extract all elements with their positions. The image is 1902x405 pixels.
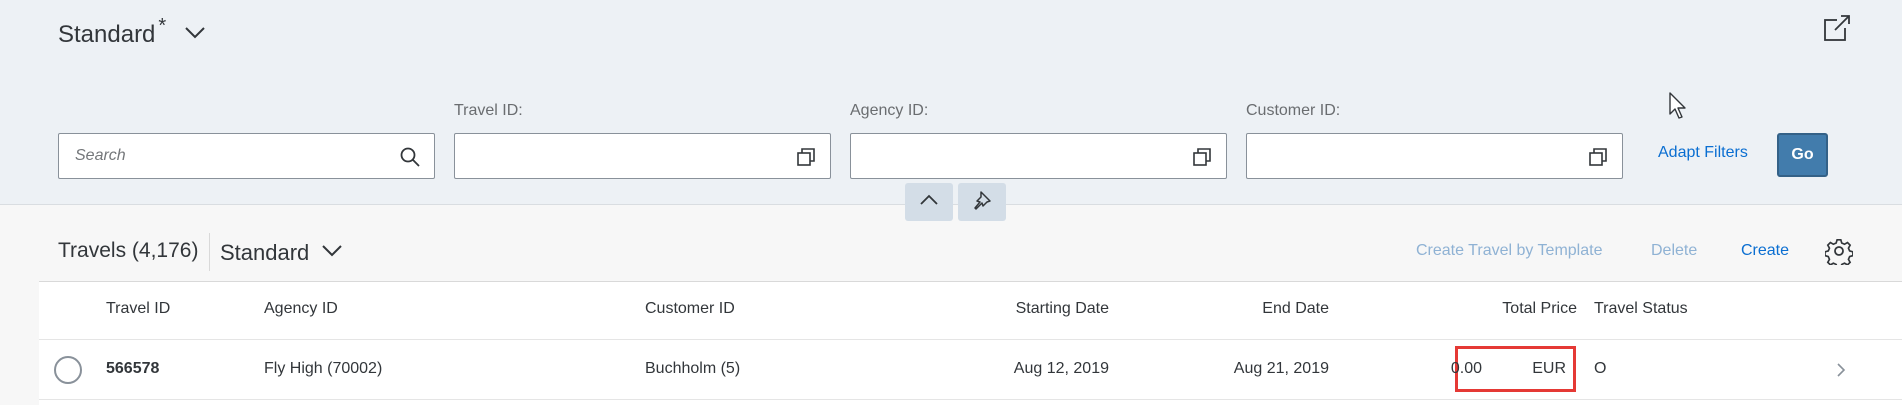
collapse-header-button[interactable] [905, 183, 953, 221]
column-header-customer-id[interactable]: Customer ID [645, 300, 735, 318]
travels-table: Travels (4,176) Standard Create Travel b… [39, 222, 1902, 405]
cell-end-date: Aug 21, 2019 [1233, 360, 1329, 377]
agency-id-field[interactable] [850, 133, 1227, 179]
toolbar-divider [209, 233, 210, 271]
pin-header-button[interactable] [958, 183, 1006, 221]
column-header-travel-id[interactable]: Travel ID [106, 300, 170, 318]
create-button[interactable]: Create [1741, 242, 1789, 260]
cell-travel-status: O [1594, 360, 1607, 377]
search-icon[interactable] [400, 147, 420, 167]
cell-currency: EUR [1532, 360, 1566, 377]
column-header-end-date[interactable]: End Date [1262, 300, 1329, 318]
variant-modified-indicator: * [158, 15, 167, 37]
search-input[interactable]: Search [58, 133, 435, 179]
share-icon[interactable] [1823, 14, 1851, 42]
customer-id-field[interactable] [1246, 133, 1623, 179]
delete-button[interactable]: Delete [1651, 242, 1697, 260]
filter-bar-header: Standard * Search Travel ID: Agency ID: [0, 0, 1902, 205]
variant-title[interactable]: Standard [58, 18, 155, 52]
navigation-arrow-icon[interactable] [1836, 362, 1846, 383]
column-header-total-price[interactable]: Total Price [1502, 300, 1577, 318]
row-select-radio[interactable] [54, 356, 82, 384]
table-variant[interactable]: Standard [220, 240, 309, 266]
travel-id-field[interactable] [454, 133, 831, 179]
column-header-agency-id[interactable]: Agency ID [264, 300, 338, 318]
table-title: Travels (4,176) [58, 239, 199, 262]
search-placeholder: Search [75, 147, 126, 164]
cell-starting-date: Aug 12, 2019 [1013, 360, 1109, 377]
collapse-header-icon [919, 193, 939, 211]
column-header-travel-status[interactable]: Travel Status [1594, 300, 1688, 318]
customer-id-label: Customer ID: [1246, 102, 1341, 119]
cell-agency: Fly High (70002) [264, 360, 383, 377]
table-toolbar: Travels (4,176) Standard Create Travel b… [39, 222, 1902, 282]
cell-customer: Buchholm (5) [645, 360, 741, 377]
variant-management[interactable]: Standard * [58, 15, 206, 52]
chevron-down-icon[interactable] [184, 26, 206, 45]
value-help-icon[interactable] [1192, 147, 1212, 167]
pin-icon [972, 190, 992, 215]
column-header-starting-date[interactable]: Starting Date [1016, 300, 1109, 318]
create-by-template-button[interactable]: Create Travel by Template [1416, 242, 1602, 260]
value-help-icon[interactable] [1588, 147, 1608, 167]
agency-id-label: Agency ID: [850, 102, 929, 119]
cell-total-price: 0.00 [1450, 360, 1482, 377]
chevron-down-icon[interactable] [321, 244, 343, 263]
table-header-row: Travel ID Agency ID Customer ID Starting… [39, 282, 1902, 340]
settings-icon[interactable] [1824, 237, 1854, 270]
mouse-cursor-icon [1669, 92, 1689, 125]
adapt-filters-link[interactable]: Adapt Filters [1658, 144, 1748, 162]
value-help-icon[interactable] [796, 147, 816, 167]
cell-travel-id: 566578 [106, 360, 160, 377]
table-row[interactable]: 566578 Fly High (70002) Buchholm (5) Aug… [39, 340, 1902, 400]
go-button[interactable]: Go [1777, 133, 1828, 177]
travel-id-label: Travel ID: [454, 102, 523, 119]
